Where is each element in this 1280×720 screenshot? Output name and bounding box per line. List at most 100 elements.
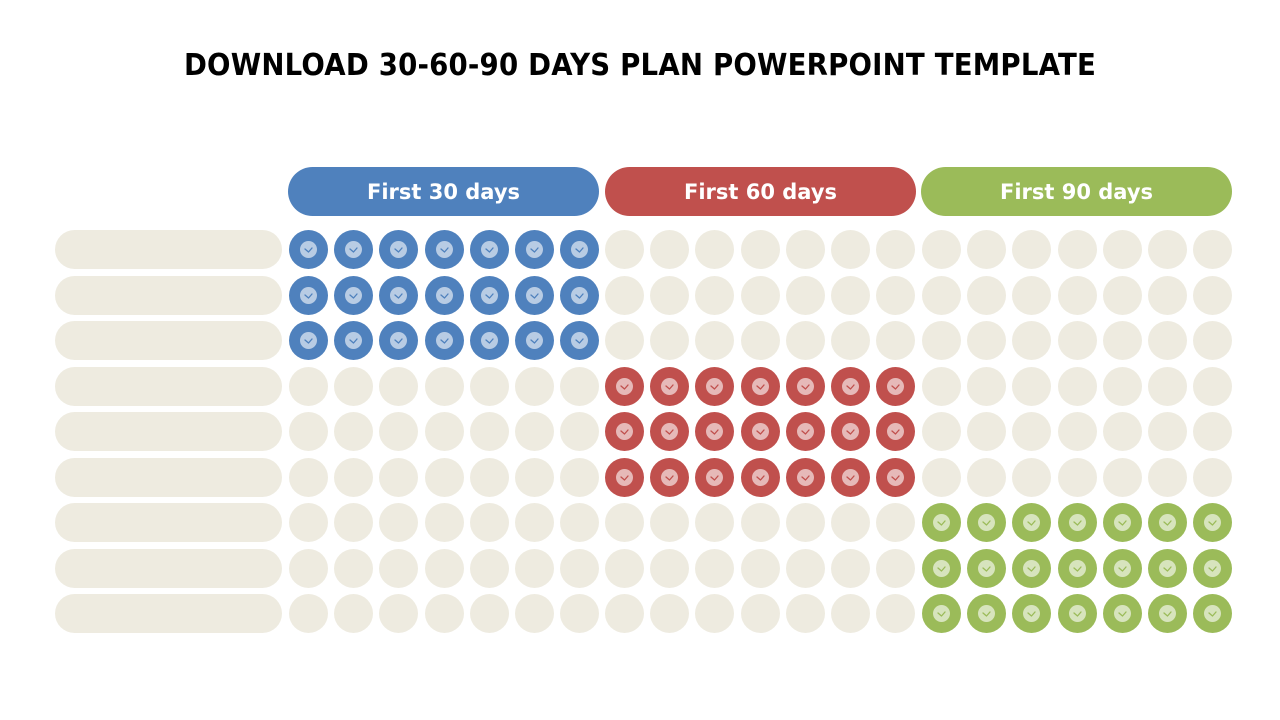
check-icon: [887, 378, 905, 395]
empty-day-dot: [1148, 230, 1187, 269]
empty-day-dot: [922, 276, 961, 315]
empty-day-dot: [334, 594, 374, 633]
empty-day-dot: [967, 458, 1007, 497]
empty-day-dot: [922, 367, 961, 406]
completed-day-dot: [1102, 503, 1142, 542]
check-icon: [978, 560, 996, 577]
empty-day-dot: [740, 321, 780, 360]
empty-day-dot: [922, 412, 961, 451]
check-icon: [300, 241, 317, 258]
empty-day-dot: [469, 549, 509, 588]
header-first-60-days: First 60 days: [605, 167, 916, 216]
check-icon: [616, 378, 633, 395]
check-icon: [390, 287, 408, 304]
empty-day-dot: [424, 412, 464, 451]
completed-day-dot: [1012, 503, 1052, 542]
check-icon: [933, 514, 950, 531]
empty-day-dot: [785, 503, 825, 542]
completed-day-dot: [1012, 594, 1052, 633]
empty-day-dot: [379, 503, 419, 542]
empty-day-dot: [785, 276, 825, 315]
empty-day-dot: [876, 549, 916, 588]
empty-day-dot: [740, 276, 780, 315]
check-icon: [933, 605, 950, 622]
empty-day-dot: [605, 230, 644, 269]
empty-day-dot: [1057, 458, 1097, 497]
empty-day-dot: [560, 412, 600, 451]
completed-day-dot: [515, 321, 554, 360]
check-icon: [978, 514, 996, 531]
check-icon: [526, 241, 543, 258]
empty-day-dot: [831, 594, 870, 633]
empty-day-dot: [424, 458, 464, 497]
empty-day-dot: [922, 321, 961, 360]
task-label-pill: [55, 230, 282, 269]
completed-day-dot: [740, 412, 780, 451]
check-icon: [706, 378, 724, 395]
empty-day-dot: [967, 230, 1007, 269]
check-icon: [751, 423, 769, 440]
empty-day-dot: [785, 594, 825, 633]
completed-day-dot: [785, 367, 825, 406]
empty-day-dot: [876, 594, 916, 633]
empty-day-dot: [334, 503, 374, 542]
empty-day-dot: [1148, 458, 1187, 497]
empty-day-dot: [1012, 458, 1052, 497]
completed-day-dot: [831, 458, 870, 497]
empty-day-dot: [785, 230, 825, 269]
empty-day-dot: [740, 549, 780, 588]
empty-day-dot: [605, 594, 644, 633]
header-label: First 30 days: [366, 179, 521, 204]
check-icon: [300, 287, 317, 304]
empty-day-dot: [650, 594, 690, 633]
check-icon: [1113, 514, 1131, 531]
check-icon: [887, 423, 905, 440]
empty-day-dot: [650, 230, 690, 269]
empty-day-dot: [695, 276, 735, 315]
empty-day-dot: [1057, 230, 1097, 269]
empty-day-dot: [379, 412, 419, 451]
empty-day-dot: [379, 367, 419, 406]
task-label-pill: [55, 594, 282, 633]
check-icon: [1159, 560, 1176, 577]
completed-day-dot: [1148, 503, 1187, 542]
completed-day-dot: [289, 321, 328, 360]
empty-day-dot: [424, 503, 464, 542]
empty-day-dot: [695, 321, 735, 360]
empty-day-dot: [605, 276, 644, 315]
empty-day-dot: [1057, 321, 1097, 360]
completed-day-dot: [1148, 549, 1187, 588]
completed-day-dot: [1102, 594, 1142, 633]
task-label-pill: [55, 321, 282, 360]
empty-day-dot: [1193, 321, 1233, 360]
check-icon: [480, 332, 498, 349]
empty-day-dot: [876, 321, 916, 360]
empty-day-dot: [1057, 276, 1097, 315]
empty-day-dot: [876, 230, 916, 269]
empty-day-dot: [1193, 276, 1233, 315]
completed-day-dot: [515, 230, 554, 269]
empty-day-dot: [515, 503, 554, 542]
empty-day-dot: [922, 458, 961, 497]
empty-day-dot: [1193, 412, 1233, 451]
completed-day-dot: [1148, 594, 1187, 633]
check-icon: [661, 378, 679, 395]
empty-day-dot: [515, 367, 554, 406]
check-icon: [842, 469, 859, 486]
empty-day-dot: [469, 412, 509, 451]
check-icon: [661, 469, 679, 486]
empty-day-dot: [424, 549, 464, 588]
empty-day-dot: [1148, 321, 1187, 360]
check-icon: [796, 423, 814, 440]
completed-day-dot: [967, 503, 1007, 542]
empty-day-dot: [289, 412, 328, 451]
empty-day-dot: [650, 503, 690, 542]
completed-day-dot: [1057, 594, 1097, 633]
empty-day-dot: [922, 230, 961, 269]
completed-day-dot: [1193, 594, 1233, 633]
completed-day-dot: [334, 230, 374, 269]
completed-day-dot: [379, 321, 419, 360]
header-first-30-days: First 30 days: [288, 167, 599, 216]
empty-day-dot: [560, 458, 600, 497]
empty-day-dot: [560, 503, 600, 542]
